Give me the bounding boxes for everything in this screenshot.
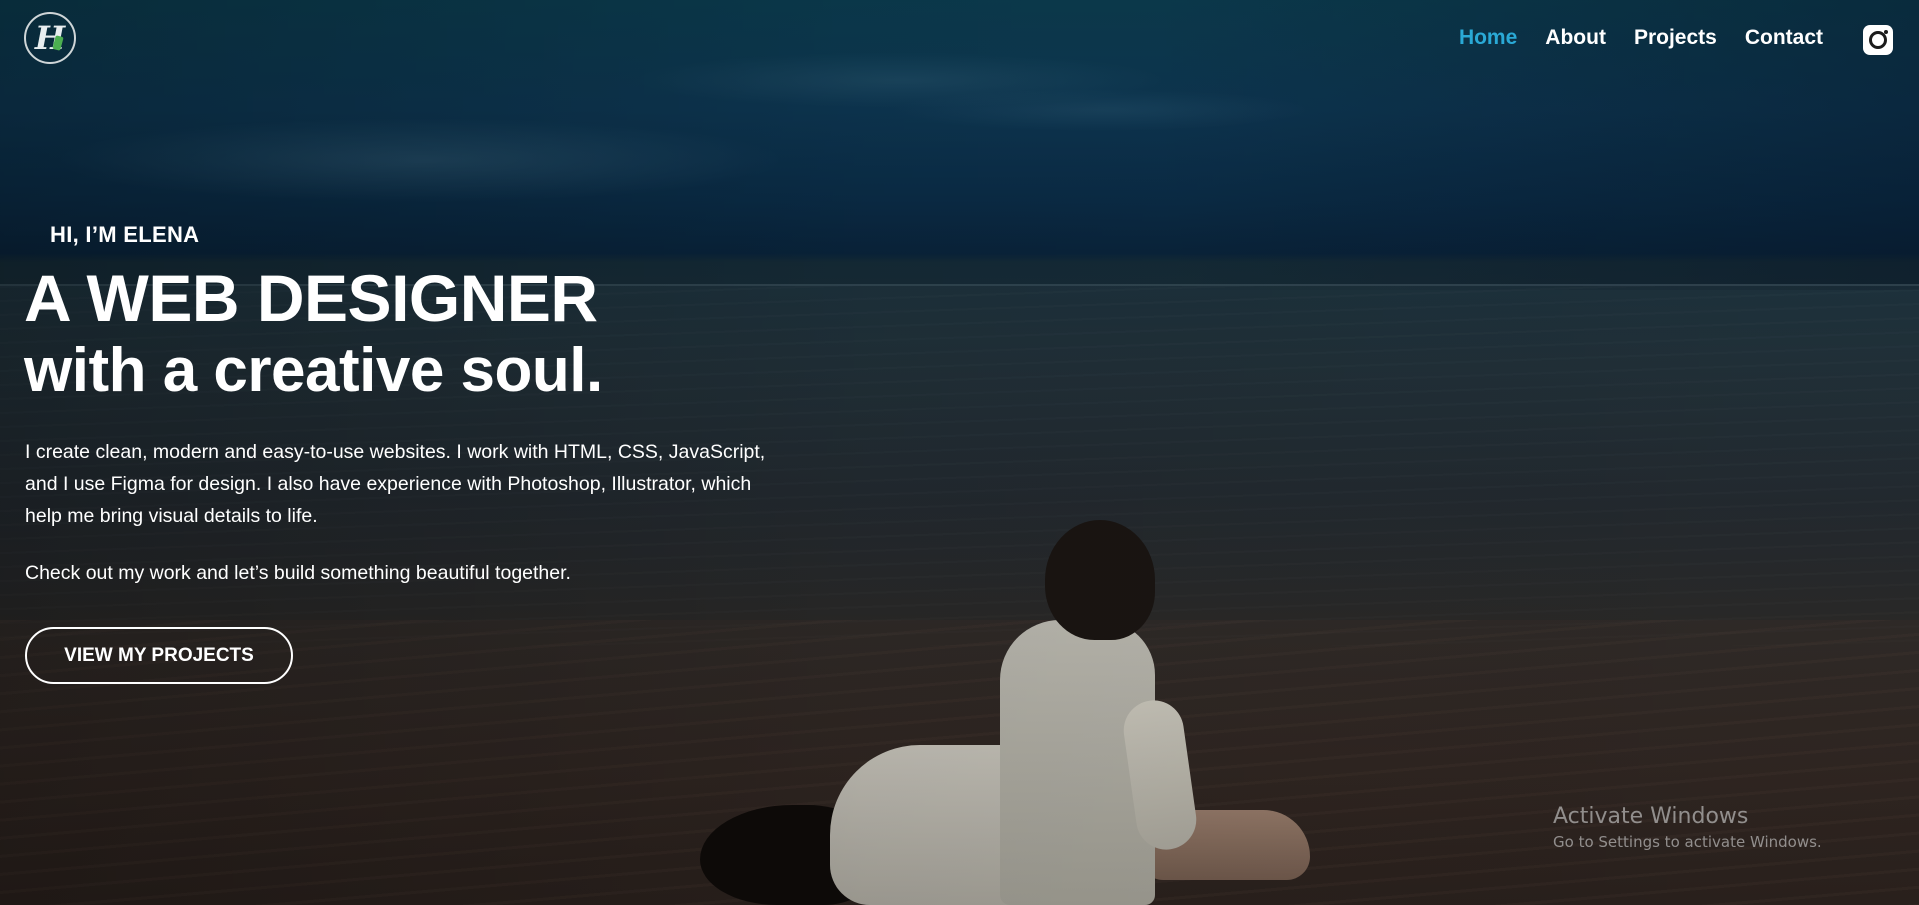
hero-description: I create clean, modern and easy-to-use w… <box>25 441 766 527</box>
nav-projects-link[interactable]: Projects <box>1634 26 1717 50</box>
headline-line-1: A WEB DESIGNER <box>24 261 598 335</box>
headline-line-2: with a creative soul. <box>24 335 603 405</box>
instagram-icon[interactable] <box>1863 25 1893 55</box>
instagram-dot-icon <box>1884 30 1888 34</box>
windows-activation-watermark: Activate Windows Go to Settings to activ… <box>1553 804 1822 851</box>
hero-headline: A WEB DESIGNER with a creative soul. <box>24 261 603 405</box>
nav-home-link[interactable]: Home <box>1459 26 1517 50</box>
site-logo[interactable]: H <box>24 12 76 64</box>
watermark-subtitle: Go to Settings to activate Windows. <box>1553 833 1822 851</box>
nav-contact-link[interactable]: Contact <box>1745 26 1823 50</box>
watermark-title: Activate Windows <box>1553 804 1749 829</box>
view-projects-button[interactable]: VIEW MY PROJECTS <box>25 627 293 684</box>
hero-description-2: Check out my work and let’s build someth… <box>25 562 571 584</box>
hero-eyebrow: HI, I’M ELENA <box>50 222 200 247</box>
hero-section: H Home About Projects Contact HI, I’M EL… <box>0 0 1919 905</box>
nav-about-link[interactable]: About <box>1545 26 1606 50</box>
main-nav: Home About Projects Contact <box>1459 26 1823 50</box>
